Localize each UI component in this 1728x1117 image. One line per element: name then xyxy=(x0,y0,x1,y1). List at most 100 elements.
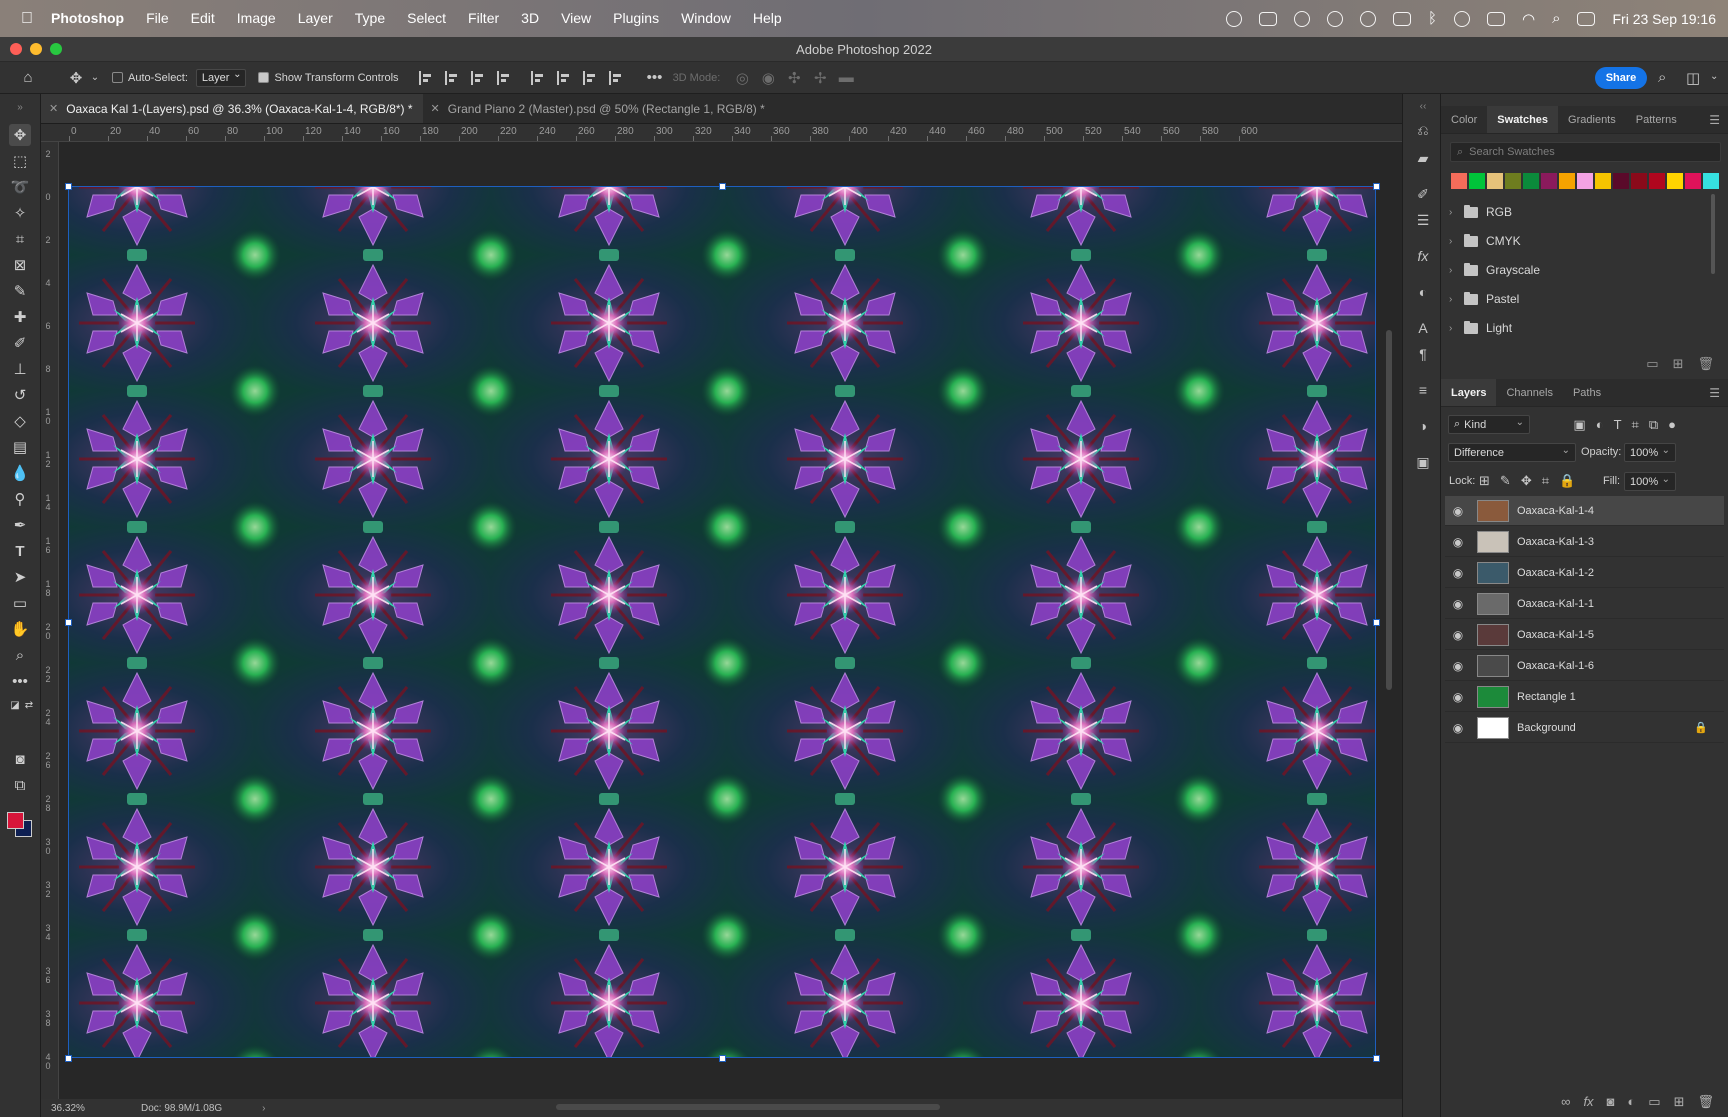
menu-view[interactable]: View xyxy=(550,0,602,37)
menu-file[interactable]: File xyxy=(135,0,180,37)
auto-select-checkbox[interactable] xyxy=(112,72,123,83)
swatch-group-pastel[interactable]: › Pastel xyxy=(1449,287,1519,311)
panel-menu-icon[interactable]: ☰ xyxy=(1709,386,1720,400)
visibility-eye-icon[interactable]: ◉ xyxy=(1445,535,1471,549)
glyphs-panel-icon[interactable]: ≡ xyxy=(1413,380,1433,400)
lock-all-icon[interactable]: 🔒 xyxy=(1559,473,1575,489)
time-machine-icon[interactable] xyxy=(1359,10,1376,27)
align-left-icon[interactable] xyxy=(418,70,433,85)
new-layer-icon[interactable]: ⊞ xyxy=(1674,1094,1685,1110)
edit-toolbar-icon[interactable]: ••• xyxy=(9,670,31,692)
swatches-scrollbar[interactable] xyxy=(1711,194,1715,274)
cloud-sync-icon[interactable] xyxy=(1293,10,1310,27)
eyedropper-tool-icon[interactable]: ✎ xyxy=(9,280,31,302)
new-adjustment-layer-icon[interactable]: ◐ xyxy=(1627,1094,1635,1110)
tab-paths[interactable]: Paths xyxy=(1563,379,1611,406)
menu-bar-clock[interactable]: Fri 23 Sep 19:16 xyxy=(1612,11,1716,27)
color-swatch[interactable] xyxy=(1487,173,1503,189)
horizontal-scrollbar[interactable] xyxy=(556,1104,940,1110)
layer-row[interactable]: ◉ Oaxaca-Kal-1-6 xyxy=(1445,651,1724,681)
menu-type[interactable]: Type xyxy=(344,0,396,37)
visibility-eye-icon[interactable]: ◉ xyxy=(1445,690,1471,704)
transform-handle[interactable] xyxy=(1373,1055,1380,1062)
search-icon[interactable]: ⌕ xyxy=(1658,69,1666,86)
layer-thumbnail[interactable] xyxy=(1477,623,1509,646)
rectangle-tool-icon[interactable]: ▭ xyxy=(9,592,31,614)
styles-panel-icon[interactable]: fx xyxy=(1413,246,1433,266)
workspace-chevron-icon[interactable]: ⌄ xyxy=(1710,71,1718,82)
swatch-group-rgb[interactable]: › RGB xyxy=(1449,200,1512,224)
layer-thumbnail[interactable] xyxy=(1477,561,1509,584)
foreground-color-swatch[interactable] xyxy=(7,812,24,829)
document-canvas[interactable] xyxy=(68,186,1376,1058)
comments-panel-icon[interactable]: ▰ xyxy=(1413,148,1433,168)
align-horizontal-center-icon[interactable] xyxy=(444,70,459,85)
transform-handle[interactable] xyxy=(1373,619,1380,626)
tab-channels[interactable]: Channels xyxy=(1496,379,1562,406)
battery-icon[interactable] xyxy=(1486,11,1505,26)
close-tab-icon[interactable]: ✕ xyxy=(431,102,440,115)
distribute-horizontal-icon[interactable] xyxy=(608,70,623,85)
menu-window[interactable]: Window xyxy=(670,0,742,37)
color-swatch[interactable] xyxy=(1649,173,1665,189)
apple-icon[interactable]:  xyxy=(14,0,40,37)
vertical-ruler[interactable]: 2 0 2 4 6 8 10 12 14 16 18 20 22 24 26 28 30 32 34 36 38 40 xyxy=(41,142,59,1099)
blur-tool-icon[interactable]: 💧 xyxy=(9,462,31,484)
fill-input[interactable]: 100% xyxy=(1624,472,1676,491)
move-tool-icon[interactable]: ✥ xyxy=(9,124,31,146)
opacity-input[interactable]: 100% xyxy=(1624,443,1676,462)
layer-row[interactable]: ◉ Oaxaca-Kal-1-4 xyxy=(1445,496,1724,526)
vertical-scrollbar[interactable] xyxy=(1386,330,1392,690)
zoom-tool-icon[interactable]: ⌕ xyxy=(9,644,31,666)
swap-colors-icon[interactable]: ⇄ xyxy=(18,694,40,716)
tool-preset-chevron-icon[interactable]: ⌄ xyxy=(88,72,102,83)
path-selection-tool-icon[interactable]: ➤ xyxy=(9,566,31,588)
color-swatch[interactable] xyxy=(1451,173,1467,189)
menu-help[interactable]: Help xyxy=(742,0,793,37)
pen-tool-icon[interactable]: ✒ xyxy=(9,514,31,536)
layer-row[interactable]: ◉ Oaxaca-Kal-1-3 xyxy=(1445,527,1724,557)
show-transform-toggle[interactable]: Show Transform Controls xyxy=(258,72,399,84)
collapse-tools-icon[interactable]: » xyxy=(9,96,31,118)
color-swatch[interactable] xyxy=(1613,173,1629,189)
filter-toggle-icon[interactable]: ● xyxy=(1668,417,1676,433)
menu-3d[interactable]: 3D xyxy=(510,0,550,37)
properties-panel-icon[interactable]: ☰ xyxy=(1413,210,1433,230)
layer-filter-kind-dropdown[interactable]: ⌕ Kind xyxy=(1448,415,1530,434)
color-swatch[interactable] xyxy=(1505,173,1521,189)
tab-swatches[interactable]: Swatches xyxy=(1487,106,1559,133)
magic-wand-tool-icon[interactable]: ✧ xyxy=(9,202,31,224)
history-panel-icon[interactable]: ⎌ xyxy=(1413,120,1433,140)
control-center-icon[interactable] xyxy=(1577,11,1596,26)
tab-color[interactable]: Color xyxy=(1441,106,1487,133)
align-vertical-center-icon[interactable] xyxy=(556,70,571,85)
move-tool-icon[interactable]: ✥ xyxy=(64,69,88,87)
share-button[interactable]: Share xyxy=(1595,67,1647,89)
color-swatch[interactable] xyxy=(1469,173,1485,189)
lock-position-icon[interactable]: ✥ xyxy=(1521,473,1532,489)
visibility-eye-icon[interactable]: ◉ xyxy=(1445,566,1471,580)
type-filter-icon[interactable]: T xyxy=(1614,417,1622,433)
brushes-panel-icon[interactable]: ✐ xyxy=(1413,184,1433,204)
status-chevron-icon[interactable]: › xyxy=(262,1103,265,1114)
eraser-tool-icon[interactable]: ◇ xyxy=(9,410,31,432)
distribute-vertical-icon[interactable] xyxy=(496,70,511,85)
swatch-group-grayscale[interactable]: › Grayscale xyxy=(1449,258,1540,282)
menu-image[interactable]: Image xyxy=(226,0,287,37)
paragraph-panel-icon[interactable]: ¶ xyxy=(1413,344,1433,364)
color-swatch[interactable] xyxy=(1559,173,1575,189)
menu-select[interactable]: Select xyxy=(396,0,457,37)
layer-row[interactable]: ◉ Oaxaca-Kal-1-1 xyxy=(1445,589,1724,619)
adjustment-filter-icon[interactable]: ◐ xyxy=(1596,417,1604,433)
new-swatch-icon[interactable]: ⊞ xyxy=(1673,356,1684,372)
adjustments-panel-icon[interactable]: ◐ xyxy=(1413,282,1433,302)
gradient-tool-icon[interactable]: ▤ xyxy=(9,436,31,458)
type-tool-icon[interactable]: T xyxy=(9,540,31,562)
tab-patterns[interactable]: Patterns xyxy=(1626,106,1687,133)
pixel-filter-icon[interactable]: ▣ xyxy=(1573,417,1585,433)
layer-name[interactable]: Oaxaca-Kal-1-1 xyxy=(1517,598,1594,610)
visibility-eye-icon[interactable]: ◉ xyxy=(1445,659,1471,673)
more-options-icon[interactable]: ••• xyxy=(645,69,665,86)
new-group-icon[interactable]: ▭ xyxy=(1648,1094,1660,1110)
visibility-eye-icon[interactable]: ◉ xyxy=(1445,628,1471,642)
